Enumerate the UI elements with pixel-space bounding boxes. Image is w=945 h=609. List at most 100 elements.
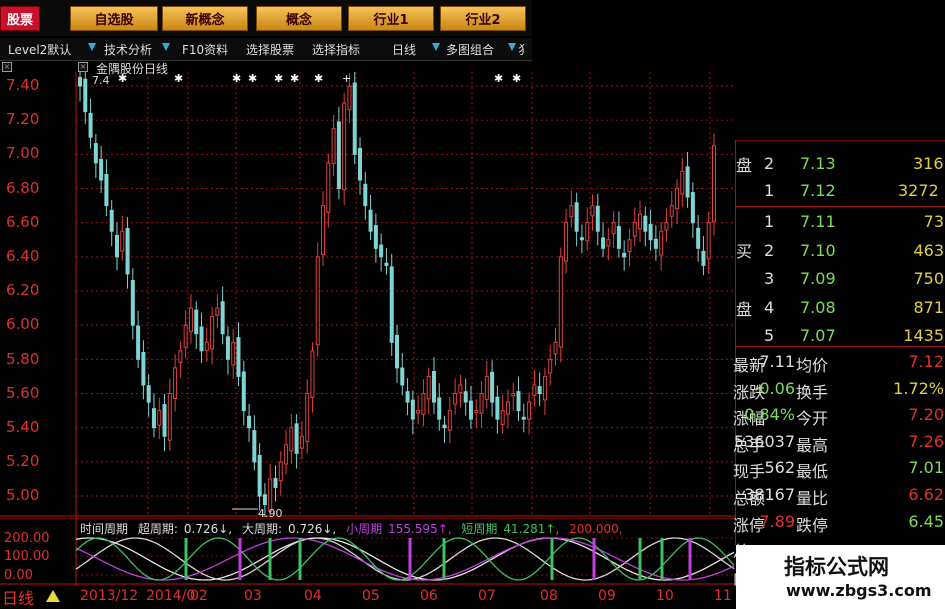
buy-price: 7.10 (800, 240, 836, 260)
candle-body (516, 391, 521, 412)
quote-label: 今开 (796, 409, 829, 429)
dropdown-arrow-icon[interactable] (162, 43, 170, 51)
stock-tab[interactable]: 股票 (0, 6, 40, 31)
candle-body (379, 244, 384, 258)
price-tick-label: 7.40 (6, 76, 40, 94)
sell-volume: 316 (913, 154, 944, 173)
candle-body (215, 307, 220, 316)
concept-button[interactable]: 概念 (256, 6, 342, 31)
candle-body (284, 444, 289, 465)
candle-body (405, 391, 410, 403)
function-toolbar: Level2默认 技术分析 F10资料 选择股票 选择指标 日线 多图组合 犭 (0, 38, 532, 61)
candle-body (590, 205, 595, 217)
candle-body (505, 401, 510, 415)
candle-body (78, 76, 82, 87)
x-tick-label: 04 (304, 588, 322, 604)
cycle-turn-bar (638, 538, 642, 580)
small-cycle-value: 155.595↑, (388, 522, 452, 536)
price-tick-label: 5.00 (6, 486, 40, 505)
event-marker: ✱ (274, 72, 283, 85)
quote-value: 7.26 (908, 431, 944, 451)
candle-body (532, 384, 537, 396)
candle-body (659, 230, 664, 256)
short-cycle-label: 短周期 (461, 522, 498, 536)
event-marker: ✱ (248, 72, 257, 85)
candle-body (616, 226, 621, 249)
kline-chart[interactable]: ✱ ✱ ✱ ✱ ✱ ✱ ✱ + ✱ ✱ (0, 72, 735, 517)
industry1-button[interactable]: 行业1 (348, 6, 434, 31)
cycle-turn-bar (592, 538, 596, 580)
super-cycle-label: 超周期: (137, 522, 178, 536)
period-selector[interactable]: 日线 (2, 585, 34, 609)
candle-body (585, 222, 590, 242)
candle-body (157, 410, 162, 426)
buy-volume: 871 (913, 297, 944, 317)
quote-value: -0.06 (753, 378, 795, 398)
new-concept-button[interactable]: 新概念 (162, 6, 248, 31)
candle-body (643, 215, 648, 232)
candle-body (542, 375, 547, 401)
candle-body (447, 410, 452, 431)
watchlist-button[interactable]: 自选股 (70, 6, 158, 31)
buy-volume: 463 (913, 240, 944, 260)
candle-body (521, 416, 526, 420)
buy-volume: 73 (923, 212, 944, 231)
candle-body (146, 385, 151, 403)
candle-body (426, 375, 431, 400)
candle-body (262, 494, 267, 506)
event-marker: ✱ (494, 72, 503, 85)
candle-body (130, 279, 135, 326)
quote-value: -0.84% (738, 405, 795, 425)
quote-label: 跌停 (796, 515, 829, 535)
f10-menu[interactable]: F10资料 (182, 41, 228, 58)
candle-body (368, 209, 373, 232)
level2-default-menu[interactable]: Level2默认 (8, 41, 71, 58)
industry2-button[interactable]: 行业2 (440, 6, 526, 31)
candle-body (342, 102, 347, 191)
quote-value: 7.01 (908, 458, 944, 478)
candle-body (690, 192, 695, 224)
candle-body (162, 404, 167, 437)
candle-body (358, 148, 363, 181)
quote-label: 量比 (796, 489, 829, 508)
quote-value: 7.12 (908, 352, 944, 371)
brand-name: 指标公式网 (784, 555, 889, 579)
cycle-turn-bar (268, 538, 272, 580)
close-icon[interactable]: × (2, 62, 12, 72)
candle-body (564, 222, 569, 262)
candle-body (88, 112, 93, 138)
cycle-turn-bar (184, 538, 188, 580)
multi-chart-menu[interactable]: 多图组合 (446, 41, 494, 58)
buy-level: 1 (764, 212, 775, 231)
x-tick-label: 09 (598, 588, 616, 604)
candle-body (574, 202, 579, 232)
osc-y-tick: 200.00 (4, 531, 50, 546)
period-up-arrow-icon[interactable] (46, 590, 60, 602)
oscillator-legend: 时间周期 超周期: 0.726↓, 大周期: 0.726↓, 小周期 155.595↑… (80, 520, 629, 537)
dropdown-arrow-icon[interactable] (508, 43, 516, 51)
tech-analysis-menu[interactable]: 技术分析 (104, 41, 152, 58)
price-tick-label: 6.00 (6, 315, 40, 334)
select-indicator-menu[interactable]: 选择指标 (312, 41, 360, 58)
candle-body (109, 209, 114, 232)
event-marker: ✱ (232, 72, 241, 85)
quote-value: 562 (764, 458, 795, 478)
buy-level: 5 (764, 326, 775, 345)
candle-body (595, 205, 600, 232)
select-stock-menu[interactable]: 选择股票 (246, 41, 294, 58)
candle-body (395, 334, 399, 369)
dropdown-arrow-icon[interactable] (88, 43, 96, 51)
candle-body (680, 170, 685, 195)
candle-body (474, 410, 479, 414)
dropdown-arrow-icon[interactable] (432, 43, 440, 51)
cycle-turn-bar (408, 538, 412, 580)
super-cycle-line (75, 537, 735, 581)
daily-line-menu[interactable]: 日线 (392, 41, 416, 58)
settings-icon[interactable]: × (78, 62, 88, 72)
buy-volume: 1435 (903, 326, 944, 345)
x-tick-label: 06 (420, 588, 438, 604)
toolbar-overflow-item[interactable]: 犭 (518, 41, 530, 58)
quote-value: 7.89 (759, 511, 795, 531)
candle-body (352, 82, 357, 155)
cycle-turn-bar (550, 538, 554, 580)
